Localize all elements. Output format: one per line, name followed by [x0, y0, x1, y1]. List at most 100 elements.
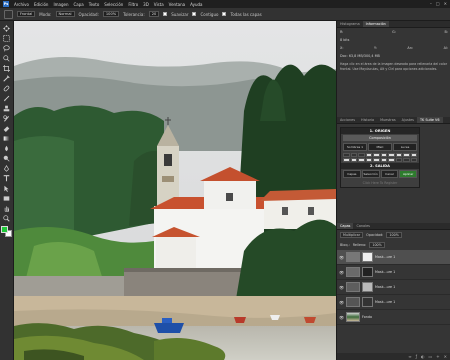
fill-field[interactable]: 100% — [369, 242, 385, 248]
smooth-checkbox[interactable] — [163, 12, 168, 16]
path-select-icon[interactable] — [3, 184, 11, 192]
menu-seleccion[interactable]: Selección — [104, 2, 123, 7]
preset-select[interactable]: Frontal — [17, 11, 36, 17]
mask-icon[interactable]: ◐ — [421, 354, 425, 359]
close-button[interactable]: ✕ — [444, 1, 447, 6]
minimize-button[interactable]: – — [430, 1, 432, 6]
eraser-icon[interactable] — [3, 124, 11, 132]
opacity-field[interactable]: 100% — [102, 11, 120, 17]
layer-mask-thumbnail[interactable] — [362, 252, 373, 262]
trash-icon[interactable]: ✕ — [444, 354, 447, 359]
menu-ventana[interactable]: Ventana — [169, 2, 185, 7]
menu-capa[interactable]: Capa — [74, 2, 84, 7]
maximize-button[interactable]: □ — [436, 1, 440, 6]
tk-zone-button[interactable] — [358, 153, 365, 157]
tk-channel-button[interactable]: Canal — [380, 170, 399, 178]
zoom-icon[interactable] — [3, 214, 11, 222]
blend-mode-select[interactable]: Multiplicar — [340, 232, 364, 238]
tk-layers-button[interactable]: Capas — [343, 170, 361, 178]
tab-historia[interactable]: Historia — [358, 117, 377, 123]
tk-zone-button[interactable] — [373, 153, 380, 157]
tk-selection-button[interactable]: Selección — [361, 170, 380, 178]
layer-row[interactable]: 👁 Mask...ure 1 — [337, 280, 450, 295]
tk-zone-button[interactable] — [350, 158, 357, 162]
pen-icon[interactable] — [3, 164, 11, 172]
menu-edicion[interactable]: Edición — [34, 2, 48, 7]
document-canvas[interactable] — [14, 21, 336, 360]
tk-zone-button[interactable] — [410, 158, 417, 162]
menu-texto[interactable]: Texto — [89, 2, 100, 7]
tk-zone-button[interactable] — [380, 153, 387, 157]
tk-composition-button[interactable]: Composición — [343, 135, 417, 141]
tab-ajustes[interactable]: Ajustes — [399, 117, 417, 123]
layer-row[interactable]: 👁 Mask...ure 1 — [337, 250, 450, 265]
blur-icon[interactable] — [3, 144, 11, 152]
folder-icon[interactable]: ▭ — [429, 354, 433, 359]
menu-imagen[interactable]: Imagen — [53, 2, 68, 7]
stamp-icon[interactable] — [3, 104, 11, 112]
tk-zone-button[interactable] — [388, 153, 395, 157]
healing-icon[interactable] — [3, 84, 11, 92]
tk-zone-button[interactable] — [395, 153, 402, 157]
new-layer-icon[interactable]: + — [436, 354, 439, 359]
tab-capas[interactable]: Capas — [337, 223, 354, 229]
crop-icon[interactable] — [3, 64, 11, 72]
fx-icon[interactable]: ƒ — [416, 354, 417, 359]
tk-zone-button[interactable] — [380, 158, 387, 162]
eye-icon[interactable]: 👁 — [339, 285, 344, 290]
lasso-icon[interactable] — [3, 44, 11, 52]
layer-row[interactable]: 👁 Mask...ure 1 — [337, 265, 450, 280]
contiguous-checkbox[interactable] — [192, 12, 197, 16]
tk-zone-button[interactable] — [388, 158, 395, 162]
tolerance-field[interactable]: 20 — [148, 11, 160, 17]
tab-tk-suite[interactable]: TK Suite V6 — [416, 117, 443, 123]
marquee-icon[interactable] — [3, 34, 11, 42]
tk-register-hint[interactable]: Click Here To Register — [341, 180, 419, 187]
menu-3d[interactable]: 3D — [143, 2, 149, 7]
tk-zone-button[interactable] — [358, 158, 365, 162]
tab-histograma[interactable]: Histograma — [337, 21, 363, 27]
tab-informacion[interactable]: Información — [362, 21, 389, 27]
menu-filtro[interactable]: Filtro — [128, 2, 138, 7]
eye-icon[interactable]: 👁 — [339, 315, 344, 320]
tab-canales[interactable]: Canales — [353, 223, 372, 229]
layer-mask-thumbnail[interactable] — [362, 267, 373, 277]
tk-zone-button[interactable] — [365, 153, 372, 157]
type-icon[interactable] — [3, 174, 11, 182]
gradient-icon[interactable] — [3, 134, 11, 142]
menu-vista[interactable]: Vista — [154, 2, 164, 7]
shape-icon[interactable] — [3, 194, 11, 202]
link-icon[interactable]: ∞ — [408, 354, 411, 359]
foreground-color-swatch[interactable] — [0, 226, 8, 233]
eye-icon[interactable]: 👁 — [339, 300, 344, 305]
mode-select[interactable]: Normal — [55, 11, 75, 17]
eye-icon[interactable]: 👁 — [339, 270, 344, 275]
move-icon[interactable] — [3, 24, 11, 32]
quick-select-icon[interactable] — [3, 54, 11, 62]
hand-icon[interactable] — [3, 204, 11, 212]
paint-bucket-icon[interactable] — [4, 9, 13, 19]
menu-archivo[interactable]: Archivo — [14, 2, 29, 7]
tk-zone-button[interactable] — [365, 158, 372, 162]
tk-zone-button[interactable] — [343, 153, 350, 157]
history-brush-icon[interactable] — [3, 114, 11, 122]
layer-mask-thumbnail[interactable] — [362, 282, 373, 292]
tk-apply-button[interactable]: Aplicar — [399, 170, 417, 178]
tab-muestras[interactable]: Muestras — [377, 117, 399, 123]
color-swatches[interactable] — [0, 226, 13, 238]
menu-ayuda[interactable]: Ayuda — [190, 2, 202, 7]
layer-opacity-field[interactable]: 100% — [386, 232, 402, 238]
tk-zone-button[interactable] — [395, 158, 402, 162]
tk-shadows-button[interactable]: Sombras 1 — [343, 143, 367, 151]
dodge-icon[interactable] — [3, 154, 11, 162]
brush-icon[interactable] — [3, 94, 11, 102]
tk-zone-button[interactable] — [343, 158, 350, 162]
tk-mc-button[interactable]: M&C — [368, 143, 392, 151]
all-layers-checkbox[interactable] — [222, 12, 227, 16]
tk-zone-button[interactable] — [410, 153, 417, 157]
tk-zone-button[interactable] — [373, 158, 380, 162]
tk-zone-button[interactable] — [350, 153, 357, 157]
layer-mask-thumbnail[interactable] — [362, 297, 373, 307]
tab-acciones[interactable]: Acciones — [337, 117, 358, 123]
layer-row[interactable]: 👁 Fondo — [337, 310, 450, 325]
